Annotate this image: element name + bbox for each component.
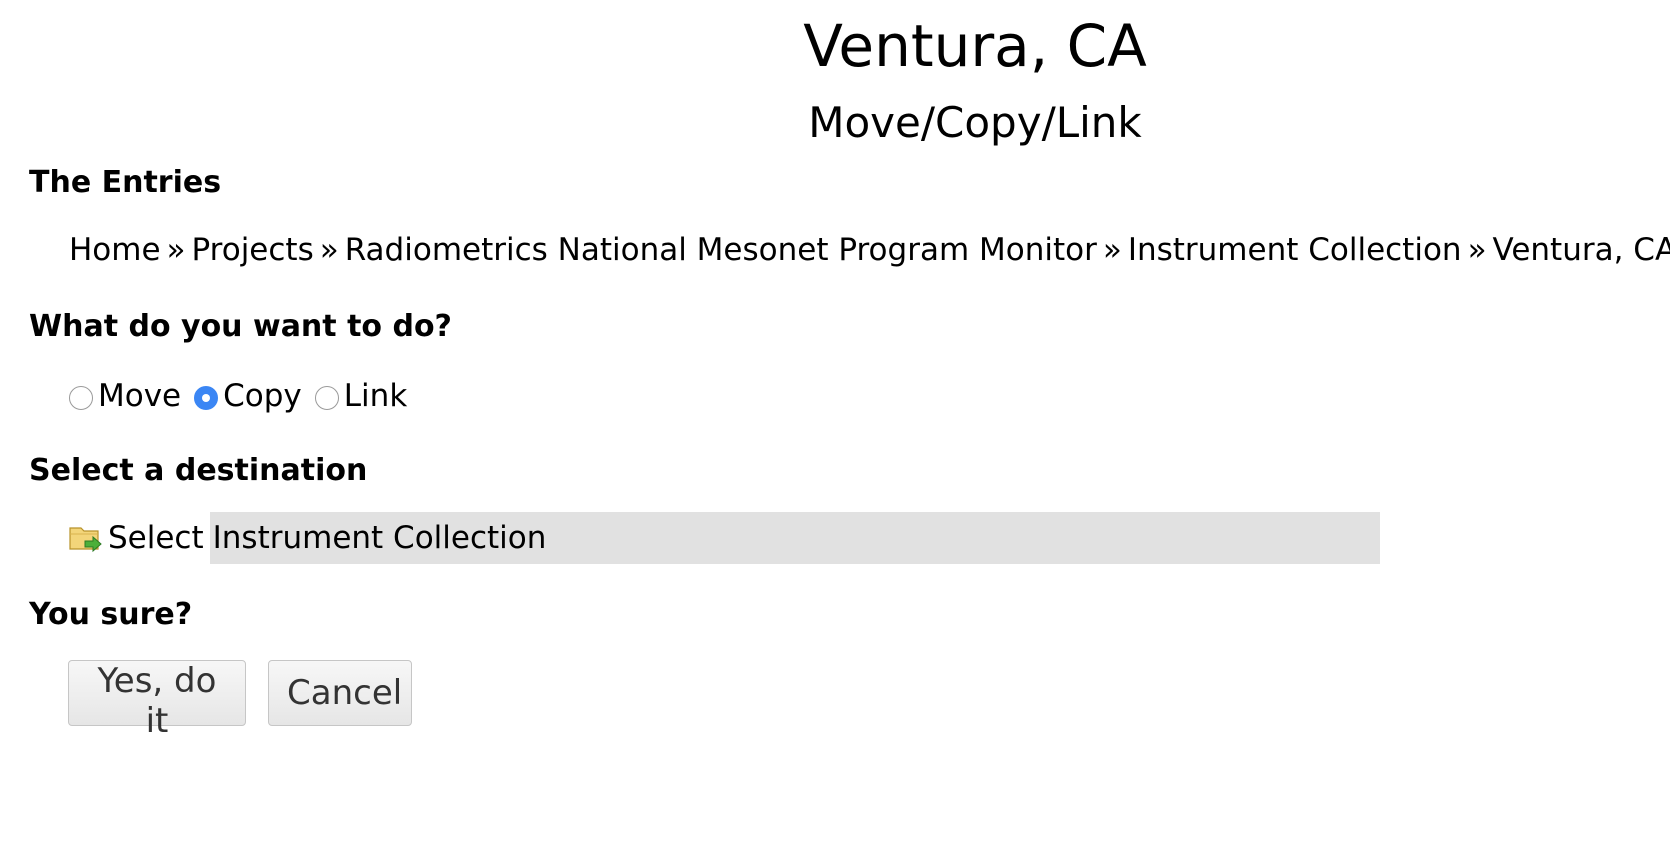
copy-radio-label[interactable]: Copy (223, 378, 302, 414)
breadcrumb-instrument-collection[interactable]: Instrument Collection (1128, 232, 1462, 268)
breadcrumb-separator: » (1102, 232, 1122, 268)
page-subtitle: Move/Copy/Link (808, 98, 1142, 147)
select-destination-link[interactable]: Select (108, 520, 204, 556)
breadcrumb: Home» Projects» Radiometrics National Meso… (69, 230, 1670, 270)
page-title: Ventura, CA (803, 12, 1147, 80)
breadcrumb-separator: » (319, 232, 339, 268)
destination-field[interactable]: Instrument Collection (209, 512, 1380, 564)
destination-row: Select Instrument Collection (69, 512, 1380, 564)
confirm-heading: You sure? (29, 597, 193, 632)
breadcrumb-separator: » (1467, 232, 1487, 268)
breadcrumb-home[interactable]: Home (69, 232, 161, 268)
action-heading: What do you want to do? (29, 309, 452, 344)
entries-heading: The Entries (29, 165, 222, 200)
confirm-button[interactable]: Yes, do it (68, 660, 246, 741)
link-radio-label[interactable]: Link (344, 378, 407, 414)
cancel-button[interactable]: Cancel (268, 660, 412, 726)
action-radio-group: Move Copy Link (69, 374, 420, 418)
breadcrumb-projects[interactable]: Projects (192, 232, 314, 268)
move-copy-link-page: Ventura, CA Move/Copy/Link The Entries H… (0, 0, 1670, 844)
copy-radio[interactable] (194, 386, 219, 410)
move-radio[interactable] (69, 386, 93, 410)
folder-move-icon[interactable] (69, 522, 103, 554)
breadcrumb-separator: » (166, 232, 186, 268)
destination-heading: Select a destination (29, 453, 368, 488)
move-radio-label[interactable]: Move (98, 378, 181, 414)
breadcrumb-current-entry[interactable]: Ventura, CA (1493, 232, 1670, 268)
breadcrumb-monitor[interactable]: Radiometrics National Mesonet Program Mo… (345, 232, 1097, 268)
link-radio[interactable] (314, 386, 339, 410)
